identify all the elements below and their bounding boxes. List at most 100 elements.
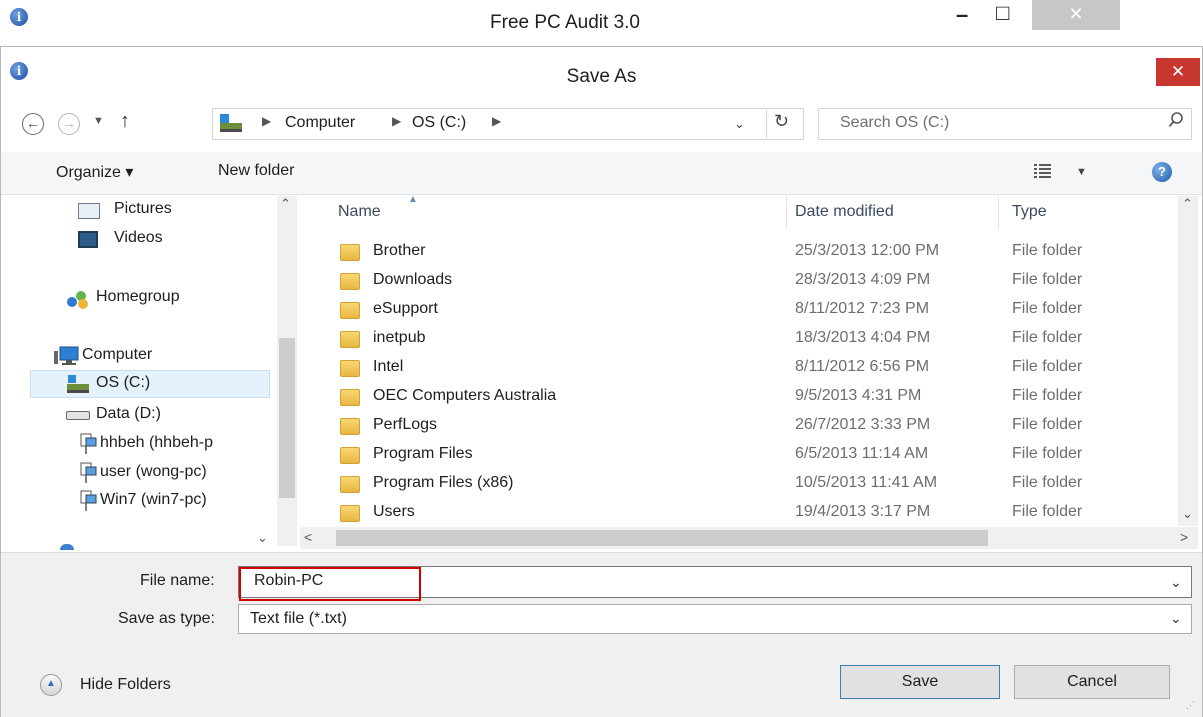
- file-row-date: 8/11/2012 7:23 PM: [795, 300, 930, 317]
- file-row-type: File folder: [1012, 503, 1083, 520]
- file-row-name[interactable]: Users: [373, 503, 415, 521]
- new-folder-button[interactable]: New folder: [218, 162, 294, 180]
- file-row-name[interactable]: Program Files (x86): [373, 474, 513, 492]
- save-as-type-label: Save as type:: [118, 610, 215, 627]
- drive-d-icon: [66, 411, 90, 420]
- file-row-type: File folder: [1012, 242, 1083, 259]
- nav-item-win7-pc[interactable]: Win7 (win7-pc): [100, 491, 207, 509]
- computer-icon: [54, 346, 80, 371]
- folder-icon: [340, 447, 360, 464]
- folder-icon: [340, 244, 360, 261]
- nav-item-videos[interactable]: Videos: [114, 229, 163, 247]
- file-row-type: File folder: [1012, 358, 1083, 375]
- view-dropdown-icon[interactable]: ▼: [1076, 166, 1087, 178]
- cancel-button[interactable]: Cancel: [1014, 665, 1170, 699]
- nav-pane-scroll-thumb[interactable]: [279, 338, 295, 498]
- scroll-right-icon[interactable]: >: [1180, 529, 1188, 545]
- save-as-type-dropdown-icon[interactable]: ⌄: [1170, 610, 1182, 627]
- breadcrumb-computer[interactable]: Computer: [285, 114, 355, 132]
- network-icon-partial: [60, 544, 74, 550]
- file-row-date: 9/5/2013 4:31 PM: [795, 387, 922, 404]
- folder-icon: [340, 389, 360, 406]
- file-row-date: 10/5/2013 11:41 AM: [795, 474, 938, 491]
- file-row-name[interactable]: Downloads: [373, 271, 452, 289]
- column-header-type[interactable]: Type: [1012, 203, 1047, 221]
- address-dropdown-icon[interactable]: ⌄: [734, 116, 745, 132]
- nav-scroll-up-icon[interactable]: ⌃: [280, 196, 291, 212]
- save-button[interactable]: Save: [840, 665, 1000, 699]
- forward-button[interactable]: →: [58, 113, 80, 135]
- file-row-date: 18/3/2013 4:04 PM: [795, 329, 931, 346]
- folder-icon: [340, 360, 360, 377]
- nav-item-computer[interactable]: Computer: [82, 346, 152, 364]
- file-list-vertical-scrollbar[interactable]: [1178, 196, 1198, 526]
- save-as-type-select[interactable]: [238, 604, 1192, 634]
- column-header-name[interactable]: Name: [338, 203, 381, 221]
- dialog-toolbar: [1, 152, 1202, 195]
- folder-icon: [340, 505, 360, 522]
- file-row-date: 6/5/2013 11:14 AM: [795, 445, 929, 462]
- breadcrumb-separator-icon: ▶: [262, 114, 272, 128]
- file-row-date: 26/7/2012 3:33 PM: [795, 416, 931, 433]
- back-button[interactable]: ←: [22, 113, 44, 135]
- up-arrow-icon[interactable]: ↑: [120, 110, 130, 133]
- network-drive-icon: [78, 462, 98, 489]
- file-row-date: 28/3/2013 4:09 PM: [795, 271, 931, 288]
- nav-item-pictures[interactable]: Pictures: [114, 200, 172, 218]
- file-name-label: File name:: [140, 572, 215, 589]
- view-options-icon[interactable]: [1034, 164, 1052, 183]
- file-row-date: 8/11/2012 6:56 PM: [795, 358, 930, 375]
- file-row-name[interactable]: inetpub: [373, 329, 426, 347]
- folder-icon: [340, 418, 360, 435]
- collapse-icon[interactable]: ▲: [40, 674, 62, 696]
- save-as-type-value: Text file (*.txt): [250, 610, 347, 627]
- file-row-name[interactable]: PerfLogs: [373, 416, 437, 434]
- parent-maximize-button[interactable]: □: [996, 0, 1009, 26]
- file-row-name[interactable]: Intel: [373, 358, 403, 376]
- resize-grip-icon[interactable]: ⋰: [1186, 700, 1195, 711]
- search-icon[interactable]: [1168, 111, 1184, 134]
- hide-folders-button[interactable]: Hide Folders: [80, 676, 171, 694]
- parent-close-button[interactable]: ✕: [1032, 0, 1120, 30]
- column-divider[interactable]: [786, 196, 787, 230]
- recent-locations-dropdown[interactable]: ▼: [93, 115, 104, 127]
- file-row-name[interactable]: OEC Computers Australia: [373, 387, 556, 405]
- horizontal-scroll-thumb[interactable]: [336, 530, 988, 546]
- breadcrumb-separator-icon: ▶: [492, 114, 502, 128]
- dialog-close-button[interactable]: ✕: [1156, 58, 1200, 86]
- file-row-name[interactable]: Brother: [373, 242, 425, 260]
- scroll-left-icon[interactable]: <: [304, 529, 312, 545]
- dialog-title: Save As: [566, 66, 637, 87]
- column-divider[interactable]: [998, 196, 999, 230]
- breadcrumb-separator-icon: ▶: [392, 114, 402, 128]
- nav-item-data-d[interactable]: Data (D:): [96, 405, 161, 423]
- nav-item-os-c[interactable]: OS (C:): [96, 374, 150, 392]
- file-row-type: File folder: [1012, 300, 1083, 317]
- parent-minimize-button[interactable]: –: [956, 2, 968, 28]
- file-row-name[interactable]: Program Files: [373, 445, 473, 463]
- nav-scroll-down-icon[interactable]: ⌄: [257, 530, 268, 546]
- column-header-date[interactable]: Date modified: [795, 203, 894, 221]
- file-row-type: File folder: [1012, 329, 1083, 346]
- folder-icon: [340, 476, 360, 493]
- refresh-icon[interactable]: ↻: [774, 111, 789, 132]
- nav-item-hhbeh[interactable]: hhbeh (hhbeh-p: [100, 434, 272, 452]
- network-drive-icon: [78, 433, 98, 460]
- file-row-type: File folder: [1012, 445, 1083, 462]
- file-row-type: File folder: [1012, 271, 1083, 288]
- folder-icon: [340, 331, 360, 348]
- nav-item-wong-pc[interactable]: user (wong-pc): [100, 463, 207, 481]
- file-scroll-down-icon[interactable]: ⌄: [1182, 506, 1193, 522]
- organize-button[interactable]: Organize ▾: [56, 162, 133, 182]
- homegroup-icon: [66, 290, 90, 315]
- file-row-name[interactable]: eSupport: [373, 300, 438, 318]
- file-name-dropdown-icon[interactable]: ⌄: [1170, 574, 1182, 591]
- file-scroll-up-icon[interactable]: ⌃: [1182, 196, 1193, 212]
- help-icon[interactable]: ?: [1152, 162, 1172, 182]
- network-drive-icon: [78, 490, 98, 517]
- address-divider: [766, 110, 767, 138]
- videos-icon: [78, 231, 98, 248]
- folder-icon: [340, 273, 360, 290]
- breadcrumb-os-c[interactable]: OS (C:): [412, 114, 466, 132]
- nav-item-homegroup[interactable]: Homegroup: [96, 288, 180, 306]
